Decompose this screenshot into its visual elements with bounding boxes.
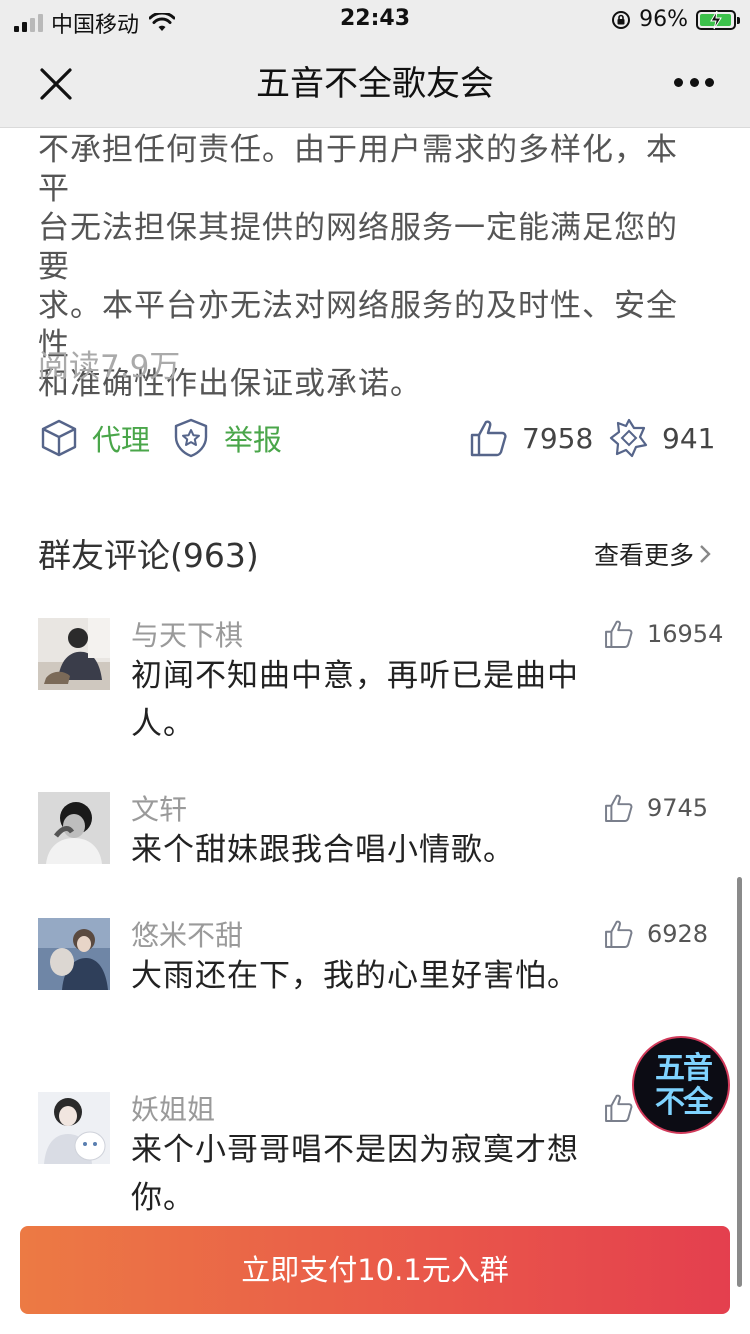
status-right: 96%: [611, 7, 740, 32]
thumbs-up-icon: [470, 420, 507, 457]
share-button[interactable]: 941: [608, 412, 715, 464]
floating-group-badge[interactable]: 五音不全: [632, 1036, 730, 1134]
agent-label: 代理: [92, 423, 151, 457]
comment-text: 初闻不知曲中意，再听已是曲中人。: [131, 658, 579, 742]
comment-text: 来个小哥哥唱不是因为寂寞才想你。: [131, 1132, 579, 1216]
comment-like-button[interactable]: 9745: [603, 792, 708, 824]
share-count: 941: [662, 421, 716, 455]
avatar[interactable]: [38, 792, 110, 864]
article-line: 不承担任何责任。由于用户需求的多样化，本平: [38, 132, 678, 207]
like-count: 7958: [522, 421, 594, 455]
page-title: 五音不全歌友会: [256, 64, 494, 104]
comment-author: 文轩: [131, 793, 188, 826]
comment-text: 大雨还在下，我的心里好害怕。: [131, 958, 579, 994]
comment-like-button[interactable]: 6928: [603, 918, 708, 950]
badge-text: 五音不全: [655, 1051, 713, 1120]
comment-like-button[interactable]: 16954: [603, 618, 723, 650]
comment-like-count: 9745: [647, 794, 709, 822]
pay-join-button[interactable]: 立即支付10.1元入群: [20, 1226, 730, 1314]
shield-star-icon: [174, 418, 208, 458]
agent-button[interactable]: 代理: [38, 412, 150, 464]
thumbs-up-icon: [605, 794, 633, 822]
see-more-label: 查看更多: [593, 541, 694, 570]
comments-title: 群友评论(963): [38, 536, 259, 575]
comment-like-count: 6928: [647, 920, 709, 948]
action-row: 代理 举报 7958 941: [38, 412, 718, 464]
like-button[interactable]: 7958: [468, 412, 593, 464]
star-badge-icon: [609, 418, 648, 458]
report-button[interactable]: 举报: [170, 412, 282, 464]
report-label: 举报: [224, 423, 283, 457]
article-line: 台无法担保其提供的网络服务一定能满足您的要: [38, 210, 678, 285]
status-bar: 中国移动 22:43 96%: [0, 0, 750, 40]
battery-percent: 96%: [639, 7, 688, 32]
comment-author: 悠米不甜: [131, 919, 244, 952]
chevron-right-icon: [700, 545, 711, 563]
cube-icon: [41, 419, 77, 457]
nav-bar: 五音不全歌友会: [0, 40, 750, 128]
comment-author: 与天下棋: [131, 619, 244, 652]
more-icon[interactable]: [674, 78, 714, 90]
orientation-lock-icon: [612, 10, 631, 29]
thumbs-up-icon: [605, 920, 633, 948]
comment-author: 妖姐姐: [131, 1093, 216, 1126]
see-more-link[interactable]: 查看更多: [594, 536, 712, 572]
comment-like-count: 16954: [647, 620, 724, 648]
scrollbar[interactable]: [737, 877, 742, 1287]
avatar[interactable]: [38, 618, 110, 690]
avatar[interactable]: [38, 1092, 110, 1164]
thumbs-up-icon: [605, 620, 633, 648]
thumbs-up-icon: [605, 1094, 633, 1122]
read-count: 阅读7.9万: [38, 349, 181, 385]
avatar[interactable]: [38, 918, 110, 990]
comment-text: 来个甜妹跟我合唱小情歌。: [131, 832, 515, 868]
charging-bolt-icon: [710, 10, 722, 29]
battery-icon: [696, 9, 740, 30]
